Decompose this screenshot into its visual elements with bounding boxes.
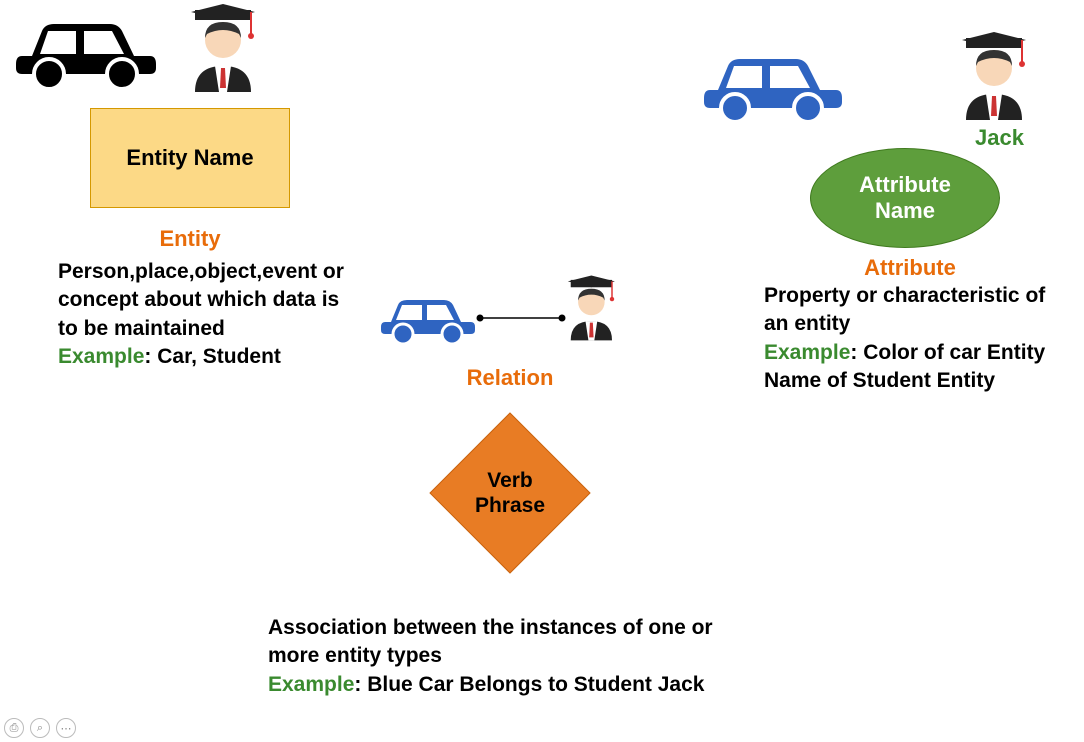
relation-description-block: Association between the instances of one… [268,614,748,699]
car-icon-blue-relation [378,288,478,351]
entity-desc: Person,place,object,event or concept abo… [58,260,344,340]
entity-example-value: : Car, Student [144,345,281,368]
zoom-icon[interactable]: ⌕ [30,718,50,738]
attribute-desc: Property or characteristic of an entity [764,284,1045,335]
entity-title: Entity [98,226,282,252]
relation-example-label: Example [268,673,354,696]
attribute-description-block: Property or characteristic of an entity … [764,282,1074,395]
car-icon-blue-attr [700,42,848,129]
attribute-oval: AttributeName [810,148,1000,248]
relation-diamond: VerbPhrase [425,408,595,578]
entity-description-block: Person,place,object,event or concept abo… [58,258,358,371]
save-icon[interactable]: ⎙ [4,718,24,738]
student-icon-relation [556,274,626,349]
attribute-example-label: Example [764,341,850,364]
relation-shape-label: VerbPhrase [475,468,545,518]
student-icon-attr [946,30,1041,130]
toolbar: ⎙ ⌕ ⋯ [4,718,76,738]
more-icon[interactable]: ⋯ [56,718,76,738]
attribute-shape-label: AttributeName [859,172,951,225]
student-name-jack: Jack [975,125,1024,151]
student-icon-black [175,2,270,102]
relation-line [476,310,566,328]
attribute-title: Attribute [820,255,1000,281]
car-icon-black [12,6,162,96]
entity-example-label: Example [58,345,144,368]
relation-example-value: : Blue Car Belongs to Student Jack [354,673,704,696]
relation-desc: Association between the instances of one… [268,616,713,667]
entity-rectangle: Entity Name [90,108,290,208]
entity-shape-label: Entity Name [126,145,253,171]
relation-title: Relation [450,365,570,391]
